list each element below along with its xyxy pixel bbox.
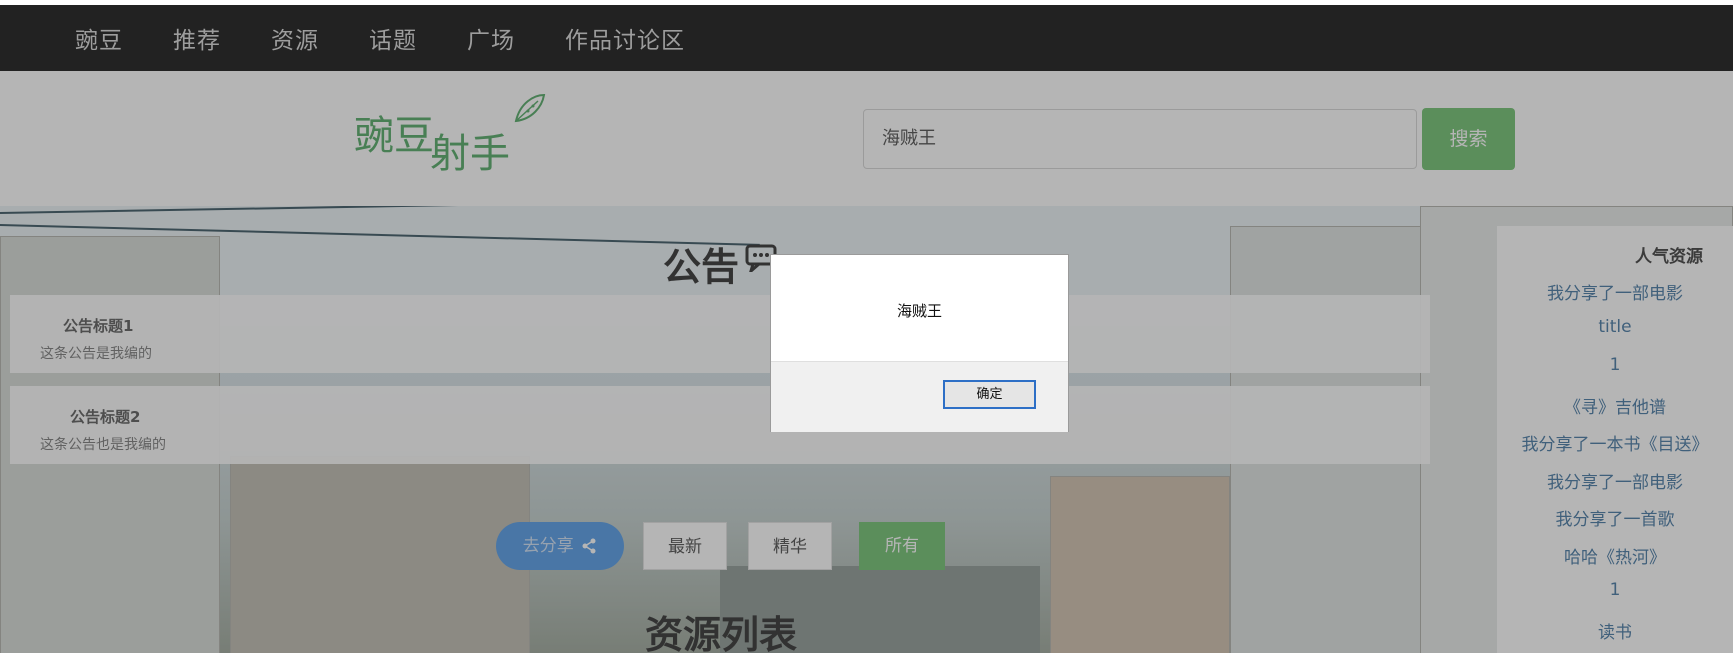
nav-item-wandou[interactable]: 豌豆 (75, 21, 123, 55)
nav-item-square[interactable]: 广场 (467, 21, 515, 55)
nav-item-works-discussion[interactable]: 作品讨论区 (565, 21, 685, 55)
nav-item-resources[interactable]: 资源 (271, 21, 319, 55)
top-navbar: 豌豆 推荐 资源 话题 广场 作品讨论区 (0, 5, 1733, 71)
ok-button[interactable]: 确定 (943, 380, 1036, 409)
alert-dialog: 海贼王 确定 (770, 254, 1069, 432)
alert-message: 海贼王 (896, 302, 942, 320)
nav-item-topics[interactable]: 话题 (369, 21, 417, 55)
nav-item-recommend[interactable]: 推荐 (173, 21, 221, 55)
alert-footer: 确定 (771, 361, 1068, 432)
